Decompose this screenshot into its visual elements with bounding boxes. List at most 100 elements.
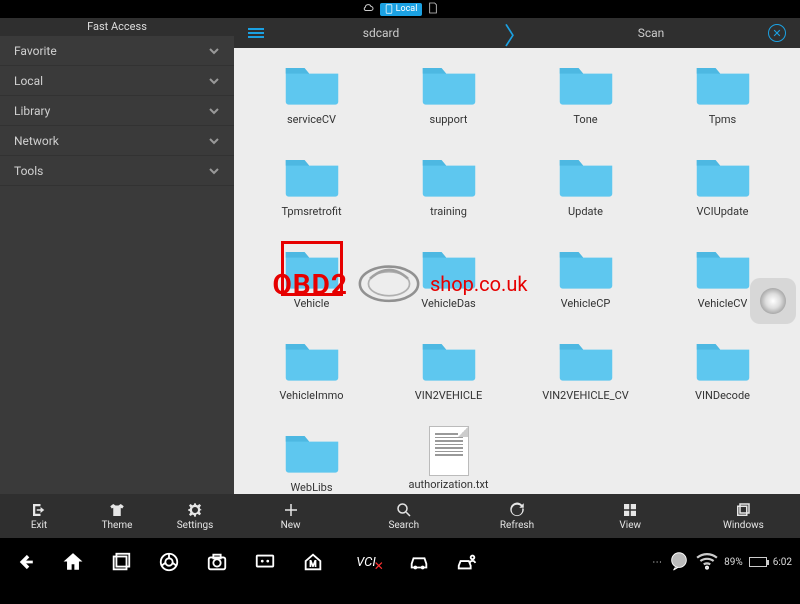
storage-local-chip[interactable]: Local <box>380 3 423 16</box>
refresh-label: Refresh <box>500 520 534 531</box>
nav-maxisys-button[interactable]: M <box>298 547 328 577</box>
file-tile[interactable]: authorization.txt <box>385 426 512 494</box>
display-icon <box>254 551 276 573</box>
folder-tile[interactable]: VehicleCP <box>522 242 649 330</box>
nav-vehicle-button[interactable] <box>404 547 434 577</box>
recent-apps-icon <box>110 551 132 573</box>
windows-button[interactable]: Windows <box>687 494 800 538</box>
folder-tile[interactable]: VCIUpdate <box>659 150 786 238</box>
sidebar-item-favorite[interactable]: Favorite <box>0 36 234 66</box>
assistive-touch-inner <box>760 288 786 314</box>
tshirt-icon <box>108 501 126 519</box>
nav-back-button[interactable] <box>10 547 40 577</box>
folder-tile[interactable]: Tpms <box>659 58 786 146</box>
exit-icon <box>30 501 48 519</box>
tile-label: WebLibs <box>290 481 332 494</box>
os-status-right: ⋯ 89% 6:02 <box>652 550 792 575</box>
folder-tile[interactable]: Update <box>522 150 649 238</box>
camera-icon <box>206 551 228 573</box>
battery-icon <box>749 557 767 567</box>
tile-label: VehicleCV <box>698 297 748 310</box>
nav-home-button[interactable] <box>58 547 88 577</box>
sidebar-bottom-bar: Exit Theme Settings <box>0 494 234 538</box>
search-button[interactable]: Search <box>347 494 460 538</box>
folder-tile[interactable]: support <box>385 58 512 146</box>
nav-camera-button[interactable] <box>202 547 232 577</box>
sidebar-item-local[interactable]: Local <box>0 66 234 96</box>
back-arrow-icon <box>14 551 36 573</box>
exit-button[interactable]: Exit <box>0 494 78 538</box>
chevron-down-icon <box>208 165 220 177</box>
folder-icon <box>693 150 753 203</box>
sidebar-item-tools[interactable]: Tools <box>0 156 234 186</box>
path-header: sdcard 〉 Scan ✕ <box>234 18 800 48</box>
folder-icon <box>282 242 342 295</box>
sidebar: Fast Access Favorite Local Library Netwo… <box>0 18 234 538</box>
tile-label: VehicleCP <box>561 297 611 310</box>
hamburger-icon[interactable] <box>248 28 264 38</box>
folder-icon <box>282 426 342 479</box>
folder-tile[interactable]: VIN2VEHICLE <box>385 334 512 422</box>
folder-tile[interactable]: Tpmsretrofit <box>248 150 375 238</box>
theme-button[interactable]: Theme <box>78 494 156 538</box>
folder-tile[interactable]: VINDecode <box>659 334 786 422</box>
tile-label: Vehicle <box>294 297 330 310</box>
wifi-pct: 89% <box>724 557 743 568</box>
folder-icon <box>693 334 753 387</box>
nav-browser-button[interactable] <box>154 547 184 577</box>
refresh-button[interactable]: Refresh <box>460 494 573 538</box>
app-frame: Fast Access Favorite Local Library Netwo… <box>0 18 800 538</box>
sidebar-title: Fast Access <box>0 18 234 36</box>
clock: 6:02 <box>773 557 792 568</box>
new-button[interactable]: New <box>234 494 347 538</box>
nav-vci-button[interactable]: VCI✕ <box>346 547 386 577</box>
tile-label: support <box>430 113 468 126</box>
os-navbar: M VCI✕ ⋯ 89% 6:02 <box>0 538 800 586</box>
folder-tile[interactable]: WebLibs <box>248 426 375 494</box>
car-person-icon <box>456 551 478 573</box>
theme-label: Theme <box>102 520 133 531</box>
assistive-touch[interactable] <box>750 278 796 324</box>
folder-icon <box>693 58 753 111</box>
refresh-icon <box>508 501 526 519</box>
tile-label: VehicleDas <box>421 297 475 310</box>
sidebar-item-label: Favorite <box>14 44 57 58</box>
folder-icon <box>282 334 342 387</box>
folder-icon <box>419 58 479 111</box>
folder-tile[interactable]: VIN2VEHICLE_CV <box>522 334 649 422</box>
tile-label: VehicleImmo <box>279 389 343 402</box>
sidebar-item-label: Local <box>14 74 43 88</box>
path-segment-2[interactable]: Scan <box>542 26 760 40</box>
chrome-icon <box>158 551 180 573</box>
tile-label: Tpmsretrofit <box>281 205 341 218</box>
path-segment-1[interactable]: sdcard <box>272 26 490 40</box>
close-button[interactable]: ✕ <box>768 24 786 42</box>
folder-tile[interactable]: Vehicle <box>248 242 375 330</box>
chat-icon <box>668 550 690 575</box>
settings-button[interactable]: Settings <box>156 494 234 538</box>
sidebar-item-network[interactable]: Network <box>0 126 234 156</box>
folder-tile[interactable]: Tone <box>522 58 649 146</box>
nav-recent-button[interactable] <box>106 547 136 577</box>
folder-tile[interactable]: VehicleDas <box>385 242 512 330</box>
sidebar-item-label: Network <box>14 134 59 148</box>
folder-tile[interactable]: VehicleImmo <box>248 334 375 422</box>
folder-tile[interactable]: training <box>385 150 512 238</box>
folder-tile[interactable]: serviceCV <box>248 58 375 146</box>
car-icon <box>408 551 430 573</box>
gear-icon <box>186 501 204 519</box>
content-pane: sdcard 〉 Scan ✕ serviceCVsupportToneTpms… <box>234 18 800 538</box>
sidebar-item-library[interactable]: Library <box>0 96 234 126</box>
os-statusbar-top: Local <box>0 0 800 18</box>
tile-label: serviceCV <box>287 113 336 126</box>
folder-icon <box>419 242 479 295</box>
svg-text:M: M <box>309 560 316 570</box>
sdcard-icon[interactable] <box>428 2 438 17</box>
wifi-icon <box>696 550 718 575</box>
view-button[interactable]: View <box>574 494 687 538</box>
nav-service-button[interactable] <box>452 547 482 577</box>
folder-icon <box>419 150 479 203</box>
nav-app1-button[interactable] <box>250 547 280 577</box>
folder-grid: serviceCV support ToneTpms Tpmsretrofit trai… <box>234 48 800 494</box>
new-label: New <box>281 520 301 531</box>
